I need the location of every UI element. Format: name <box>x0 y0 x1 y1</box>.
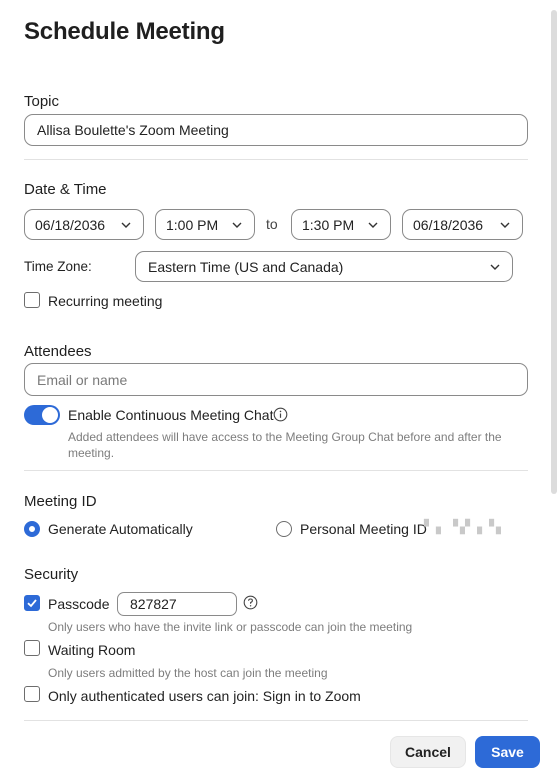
generate-automatically-radio[interactable] <box>24 521 40 537</box>
timezone-label: Time Zone: <box>24 259 92 274</box>
authenticated-users-checkbox[interactable] <box>24 686 40 702</box>
start-date-select[interactable]: 06/18/2036 <box>24 209 144 240</box>
attendees-placeholder: Email or name <box>37 371 128 388</box>
start-date-value: 06/18/2036 <box>35 216 106 233</box>
personal-meeting-id-masked: ▘▖▝▞▗▝▖ <box>424 519 508 534</box>
meeting-id-label: Meeting ID <box>24 493 97 510</box>
generate-automatically-label: Generate Automatically <box>48 521 193 537</box>
end-date-value: 06/18/2036 <box>413 216 484 233</box>
chevron-down-icon <box>121 222 131 228</box>
end-time-select[interactable]: 1:30 PM <box>291 209 391 240</box>
security-label: Security <box>24 566 79 583</box>
checkmark-icon <box>27 599 37 608</box>
authenticated-users-label: Only authenticated users can join: Sign … <box>48 688 361 704</box>
chevron-down-icon <box>232 222 242 228</box>
timezone-select[interactable]: Eastern Time (US and Canada) <box>135 251 513 282</box>
divider <box>24 159 528 160</box>
passcode-input[interactable]: 827827 <box>117 592 237 616</box>
divider <box>24 720 528 721</box>
passcode-label: Passcode <box>48 596 110 612</box>
start-time-value: 1:00 PM <box>166 216 219 233</box>
chevron-down-icon <box>490 264 500 270</box>
vertical-scrollbar[interactable] <box>551 10 557 494</box>
divider <box>24 470 528 471</box>
start-time-select[interactable]: 1:00 PM <box>155 209 255 240</box>
topic-input[interactable]: Allisa Boulette's Zoom Meeting <box>24 114 528 146</box>
attendees-input[interactable]: Email or name <box>24 363 528 396</box>
continuous-chat-label: Enable Continuous Meeting Chat <box>68 407 274 423</box>
personal-meeting-id-label: Personal Meeting ID <box>300 521 427 537</box>
attendees-label: Attendees <box>24 343 92 360</box>
dialog-title: Schedule Meeting <box>24 18 225 45</box>
topic-label: Topic <box>24 93 60 110</box>
waiting-room-checkbox[interactable] <box>24 640 40 656</box>
recurring-label: Recurring meeting <box>48 293 163 309</box>
continuous-chat-hint: Added attendees will have access to the … <box>68 430 502 460</box>
to-label: to <box>266 216 278 232</box>
date-time-label: Date & Time <box>24 181 107 198</box>
waiting-room-label: Waiting Room <box>48 642 136 658</box>
end-date-select[interactable]: 06/18/2036 <box>402 209 523 240</box>
toggle-knob <box>42 407 58 423</box>
passcode-checkbox[interactable] <box>24 595 40 611</box>
timezone-value: Eastern Time (US and Canada) <box>148 258 344 275</box>
continuous-chat-toggle[interactable] <box>24 405 60 425</box>
passcode-value: 827827 <box>130 596 177 612</box>
topic-value: Allisa Boulette's Zoom Meeting <box>37 122 229 138</box>
info-icon[interactable] <box>273 407 288 422</box>
chevron-down-icon <box>500 222 510 228</box>
end-time-value: 1:30 PM <box>302 216 355 233</box>
chevron-down-icon <box>368 222 378 228</box>
save-button[interactable]: Save <box>475 736 540 768</box>
recurring-checkbox[interactable] <box>24 292 40 308</box>
passcode-hint: Only users who have the invite link or p… <box>48 620 413 634</box>
help-icon[interactable] <box>243 595 258 610</box>
cancel-button[interactable]: Cancel <box>390 736 466 768</box>
waiting-room-hint: Only users admitted by the host can join… <box>48 666 328 680</box>
personal-meeting-id-radio[interactable] <box>276 521 292 537</box>
